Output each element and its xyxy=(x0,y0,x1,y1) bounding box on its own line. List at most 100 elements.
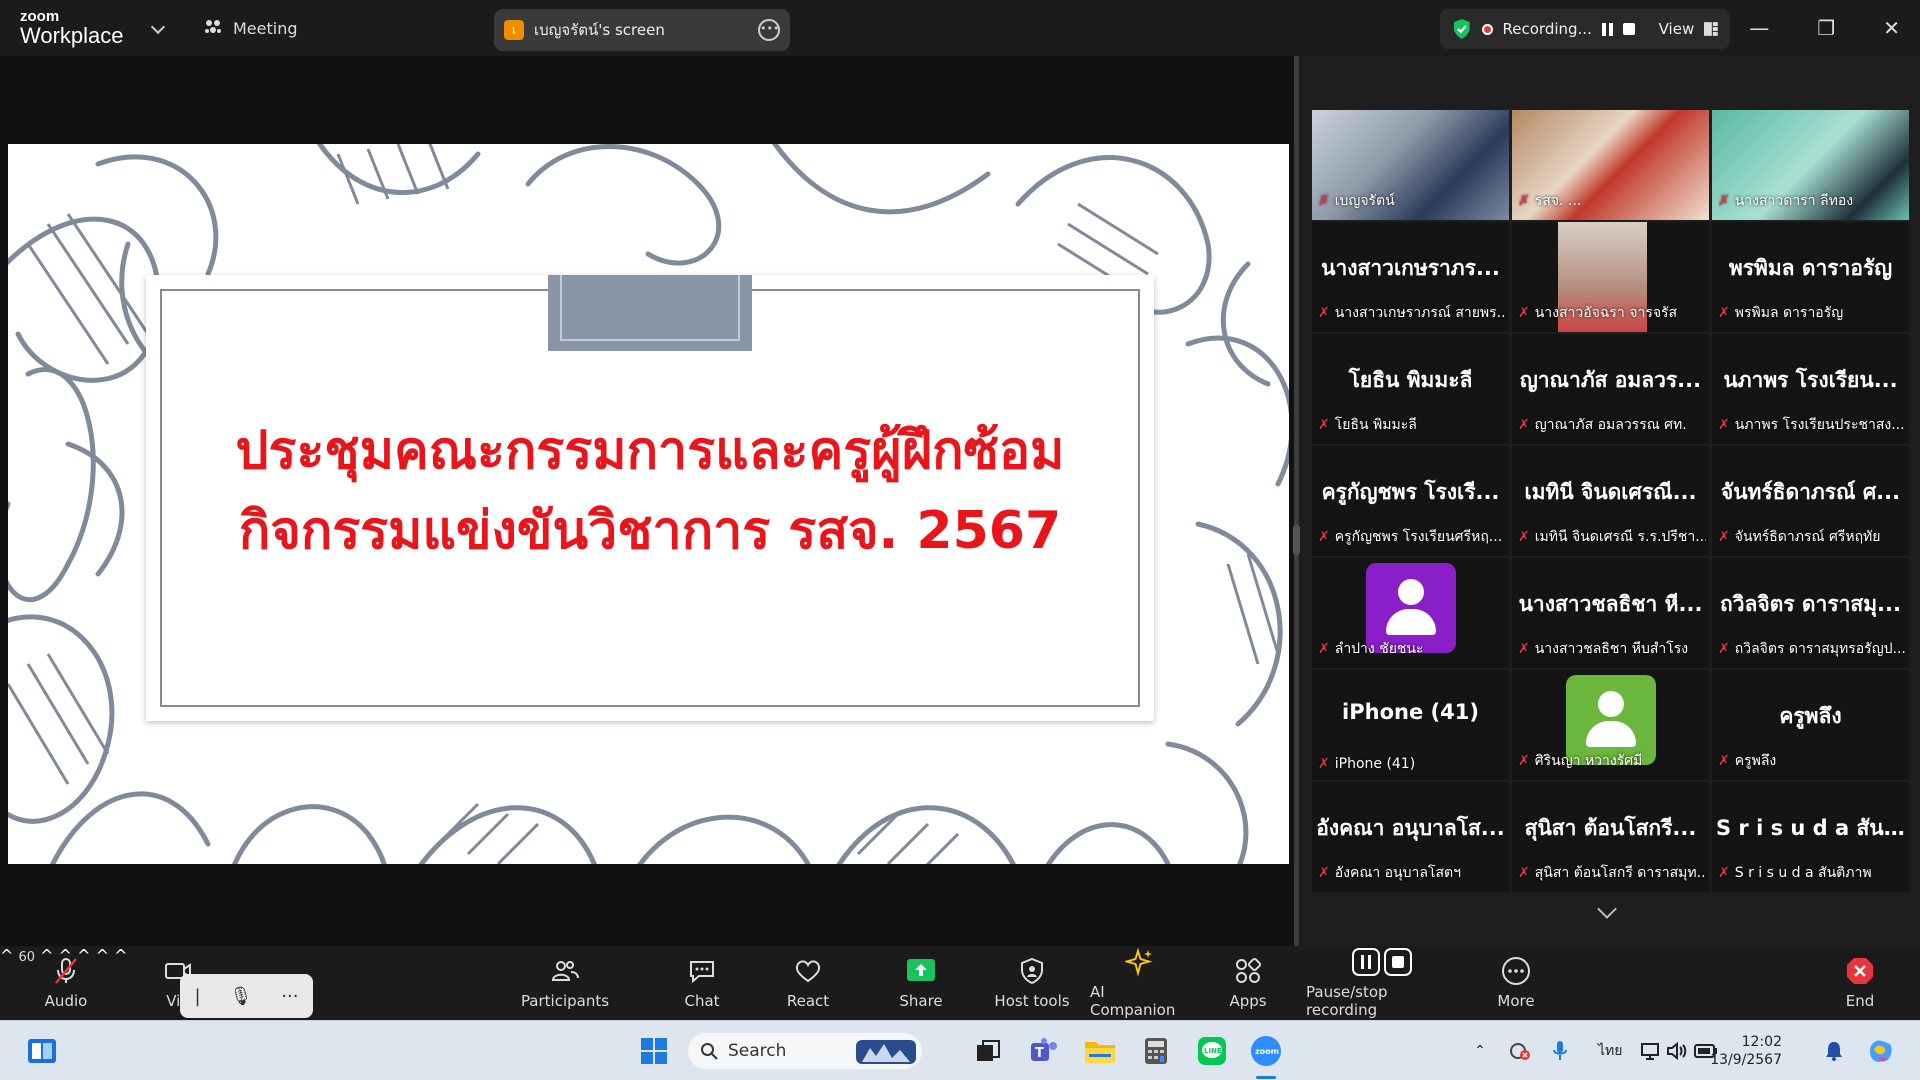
participant-name-label: ✗ iPhone (41) xyxy=(1318,756,1415,772)
pause-stop-recording-button[interactable]: Pause/stop recording xyxy=(1306,946,1458,1020)
participants-count-badge: 60 xyxy=(18,950,36,965)
recording-dot-icon xyxy=(1481,23,1493,35)
microphone-tray-icon[interactable] xyxy=(1550,1033,1570,1069)
participant-tile[interactable]: นางสาวชลธิชา หี... ✗ นางสาวชลธิชา หีบสำโรง xyxy=(1512,558,1709,668)
line-app-icon[interactable]: LINE xyxy=(1194,1033,1230,1069)
audio-chevron-up-icon[interactable]: ^ xyxy=(0,946,13,965)
muted-mic-icon: ✗ xyxy=(1518,305,1530,321)
audio-button[interactable]: Audio xyxy=(38,946,94,1020)
react-label: React xyxy=(786,992,830,1010)
participants-button[interactable]: Participants xyxy=(520,946,610,1020)
taskbar-search[interactable]: Search xyxy=(688,1033,922,1069)
zoom-logo: zoom Workplace xyxy=(20,9,124,47)
card-tab-decoration xyxy=(548,275,752,351)
participant-tile[interactable]: จันทร์ธิดาภรณ์ ศ... ✗ จันทร์ธิดาภรณ์ ศรีหฤ… xyxy=(1712,446,1909,556)
participant-tile[interactable]: เมทินี จินดเศรณี... ✗ เมทินี จินดเศรณี ร.ร… xyxy=(1512,446,1709,556)
participant-tile[interactable]: iPhone (41) ✗ iPhone (41) xyxy=(1312,670,1509,780)
participant-name-label: ✗ อังคณา อนุบาลโสตฯ xyxy=(1318,862,1461,884)
chevron-down-icon[interactable] xyxy=(150,19,166,35)
recording-label: Recording... xyxy=(1502,20,1592,38)
shield-check-icon xyxy=(1453,19,1470,39)
zoom-app-icon[interactable]: zoom xyxy=(1248,1033,1284,1069)
participant-name: ถวิลจิตร ดาราสมุทรอรัญป... xyxy=(1734,641,1906,657)
drag-handle[interactable]: | xyxy=(194,986,200,1007)
participant-name-label: ✗ สุนิสา ต้อนโสกรี ดาราสมุท... xyxy=(1518,862,1706,884)
participant-display-name: ถวิลจิตร ดาราสมุ... xyxy=(1719,592,1901,616)
participant-tile[interactable]: ✗ นางสาวอัจฉรา จารจรัส xyxy=(1512,222,1709,332)
input-language[interactable]: ไทย xyxy=(1598,1040,1622,1062)
participant-tile[interactable]: ✗ ลำปาง ชัยชนะ xyxy=(1312,558,1509,668)
calculator-icon[interactable] xyxy=(1138,1033,1174,1069)
microphone-icon[interactable]: 🎙 xyxy=(230,986,253,1007)
participant-tile[interactable]: นางสาวเกษราภร... ✗ นางสาวเกษราภรณ์ สายพร..… xyxy=(1312,222,1509,332)
copilot-icon[interactable] xyxy=(1862,1033,1898,1069)
participant-display-name: นภาพร โรงเรียน... xyxy=(1723,368,1898,392)
participant-tile[interactable]: สุนิสา ต้อนโสกรี... ✗ สุนิสา ต้อนโสกรี ดาร… xyxy=(1512,782,1709,892)
security-tray-icon[interactable] xyxy=(1508,1033,1532,1069)
meeting-menu[interactable]: Meeting xyxy=(203,18,298,38)
taskbar-clock[interactable]: 12:02 13/9/2567 xyxy=(1690,1033,1782,1069)
participant-tile[interactable]: ✗ รสจ. ... xyxy=(1512,110,1709,220)
participant-tile[interactable]: ครูพลึง ✗ ครูพลึง xyxy=(1712,670,1909,780)
participant-tile[interactable]: นภาพร โรงเรียน... ✗ นภาพร โรงเรียนประชาสง.… xyxy=(1712,334,1909,444)
participant-tile[interactable]: อังคณา อนุบาลโส... ✗ อังคณา อนุบาลโสตฯ xyxy=(1312,782,1509,892)
file-explorer-icon[interactable] xyxy=(1082,1033,1118,1069)
teams-icon[interactable]: T xyxy=(1026,1033,1062,1069)
floating-audio-controls: | 🎙 ··· xyxy=(180,974,313,1018)
pause-recording-icon[interactable] xyxy=(1601,22,1613,36)
share-chevron-up-icon[interactable]: ^ xyxy=(96,946,109,965)
more-dots-icon[interactable]: ··· xyxy=(281,986,298,1007)
participant-tile[interactable]: ครูกัญชพร โรงเรี... ✗ ครูกัญชพร โรงเรียนศร… xyxy=(1312,446,1509,556)
view-button[interactable]: View xyxy=(1659,20,1695,38)
muted-mic-icon: ✗ xyxy=(1318,529,1330,545)
participant-name-label: ✗ โยธิน พิมมะลี xyxy=(1318,414,1417,436)
muted-mic-icon: ✗ xyxy=(1718,641,1730,657)
slide-title-card: ประชุมคณะกรรมการและครูผู้ฝึกซ้อม กิจกรรม… xyxy=(146,275,1154,721)
participant-tile[interactable]: ✗ ศิรินญา หวางรัศมี xyxy=(1512,670,1709,780)
participant-tile[interactable]: ถวิลจิตร ดาราสมุ... ✗ ถวิลจิตร ดาราสมุทรอร… xyxy=(1712,558,1909,668)
participant-tile[interactable]: โยธิน พิมมะลี ✗ โยธิน พิมมะลี xyxy=(1312,334,1509,444)
stop-recording-icon[interactable] xyxy=(1622,23,1635,35)
task-view-icon[interactable] xyxy=(970,1033,1006,1069)
grid-view-icon[interactable] xyxy=(1704,22,1718,36)
close-icon[interactable]: ✕ xyxy=(1883,16,1900,40)
react-button[interactable]: React xyxy=(786,946,830,1020)
chat-button[interactable]: Chat xyxy=(680,946,724,1020)
participant-tile[interactable]: ✗ นางสาวดารา ลีทอง xyxy=(1712,110,1909,220)
notification-bell-icon[interactable] xyxy=(1822,1033,1846,1069)
more-button[interactable]: More xyxy=(1496,946,1536,1020)
apps-chevron-up-icon[interactable]: ^ xyxy=(114,946,127,965)
windows-start-icon[interactable] xyxy=(636,1033,672,1069)
volume-icon[interactable] xyxy=(1666,1033,1688,1069)
participant-tile[interactable]: พรพิมล ดาราอรัญ ✗ พรพิมล ดาราอรัญ xyxy=(1712,222,1909,332)
more-options-icon[interactable]: ••• xyxy=(758,19,780,41)
participant-name-label: ✗ พรพิมล ดาราอรัญ xyxy=(1718,302,1843,324)
host-tools-button[interactable]: Host tools xyxy=(994,946,1070,1020)
participant-name-label: ✗ ญาณาภัส อมลวรรณ ศท. xyxy=(1518,414,1687,436)
widgets-icon[interactable] xyxy=(24,1033,60,1069)
participant-name-label: ✗ นางสาวอัจฉรา จารจรัส xyxy=(1518,302,1677,324)
window-controls: — ❐ ✕ xyxy=(1749,16,1900,40)
participant-name-label: ✗ เบญจรัตน์ xyxy=(1318,190,1395,212)
participant-name: พรพิมล ดาราอรัญ xyxy=(1734,305,1844,321)
participant-tile[interactable]: ญาณาภัส อมลวร... ✗ ญาณาภัส อมลวรรณ ศท. xyxy=(1512,334,1709,444)
restore-icon[interactable]: ❐ xyxy=(1817,16,1835,40)
shared-screen-indicator[interactable]: เ เบญจรัตน์'s screen ••• xyxy=(494,9,790,51)
svg-text:LINE: LINE xyxy=(1204,1047,1222,1055)
ai-companion-button[interactable]: AI Companion xyxy=(1090,946,1190,1020)
share-button[interactable]: Share xyxy=(896,946,946,1020)
apps-button[interactable]: Apps xyxy=(1228,946,1268,1020)
tray-chevron-up-icon[interactable]: ⌃ xyxy=(1470,1033,1490,1069)
minimize-icon[interactable]: — xyxy=(1749,16,1769,40)
more-label: More xyxy=(1497,992,1535,1010)
participant-tile[interactable]: S r i s u d a สันติ... ✗ S r i s u d a สัน… xyxy=(1712,782,1909,892)
end-meeting-button[interactable]: End xyxy=(1842,946,1878,1020)
participant-name-label: ✗ ลำปาง ชัยชนะ xyxy=(1318,638,1424,660)
muted-mic-icon: ✗ xyxy=(1718,193,1730,209)
participant-display-name: ครูกัญชพร โรงเรี... xyxy=(1321,480,1500,504)
participant-display-name: อังคณา อนุบาลโส... xyxy=(1316,816,1505,840)
participant-tile[interactable]: ✗ เบญจรัตน์ xyxy=(1312,110,1509,220)
network-icon[interactable] xyxy=(1640,1033,1662,1069)
resize-handle[interactable] xyxy=(1293,525,1300,555)
apps-icon xyxy=(1236,957,1262,983)
